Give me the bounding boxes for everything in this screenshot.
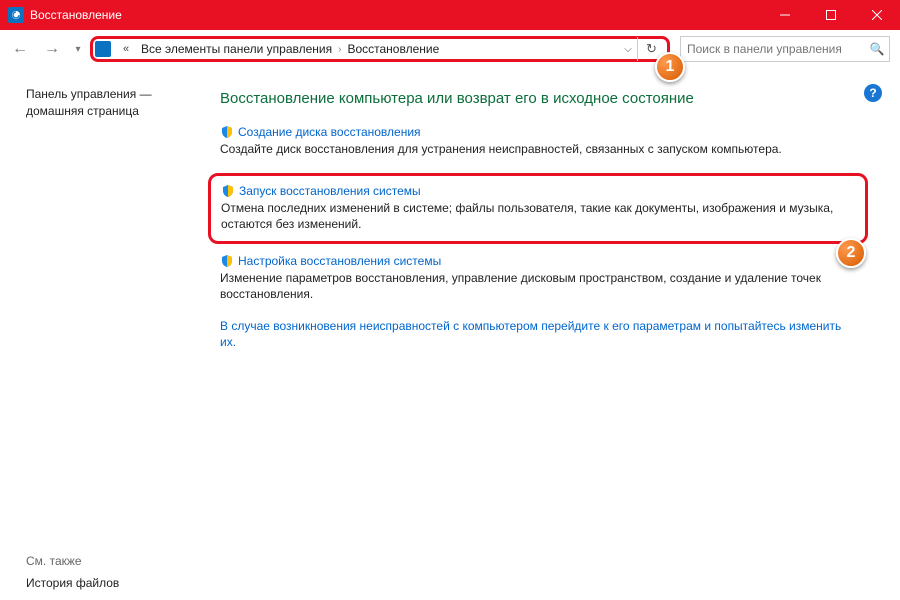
recovery-item: Запуск восстановления системы Отмена пос… (221, 184, 855, 232)
see-also-label: См. также (26, 554, 190, 568)
item-description: Изменение параметров восстановления, упр… (220, 270, 860, 302)
search-input[interactable] (681, 42, 865, 56)
annotation-highlight: Запуск восстановления системы Отмена пос… (208, 173, 868, 243)
control-panel-home-link[interactable]: Панель управления — домашняя страница (26, 86, 190, 120)
shield-icon (220, 125, 234, 139)
recovery-item: Настройка восстановления системы Изменен… (220, 254, 860, 302)
open-system-restore-link[interactable]: Запуск восстановления системы (239, 184, 421, 198)
content-pane: ? Восстановление компьютера или возврат … (200, 68, 900, 600)
breadcrumb-segment[interactable]: Восстановление (343, 42, 443, 56)
sidebar: Панель управления — домашняя страница См… (0, 68, 200, 600)
annotation-bubble-2: 2 (836, 238, 866, 268)
shield-icon (220, 254, 234, 268)
navbar: ← → ▾ « Все элементы панели управления ›… (0, 30, 900, 68)
address-dropdown[interactable]: ⌵ (619, 44, 637, 55)
breadcrumb-prefix: « (117, 40, 135, 58)
history-dropdown[interactable]: ▾ (70, 44, 86, 55)
chevron-right-icon[interactable]: › (336, 44, 343, 55)
item-description: Отмена последних изменений в системе; фа… (221, 200, 855, 232)
annotation-bubble-1: 1 (655, 52, 685, 82)
minimize-button[interactable] (762, 0, 808, 30)
maximize-button[interactable] (808, 0, 854, 30)
footnote-link[interactable]: В случае возникновения неисправностей с … (220, 318, 860, 350)
help-icon[interactable]: ? (864, 84, 882, 102)
recovery-item: Создание диска восстановления Создайте д… (220, 125, 860, 157)
breadcrumb-segment[interactable]: Все элементы панели управления (137, 42, 336, 56)
page-heading: Восстановление компьютера или возврат ег… (220, 90, 860, 107)
shield-icon (221, 184, 235, 198)
window-title: Восстановление (30, 8, 762, 22)
forward-button[interactable]: → (38, 36, 66, 62)
file-history-link[interactable]: История файлов (26, 576, 190, 590)
search-icon[interactable]: 🔍 (865, 42, 889, 56)
configure-system-restore-link[interactable]: Настройка восстановления системы (238, 254, 441, 268)
search-box[interactable]: 🔍 (680, 36, 890, 62)
item-description: Создайте диск восстановления для устране… (220, 141, 860, 157)
control-panel-icon (95, 41, 111, 57)
create-recovery-drive-link[interactable]: Создание диска восстановления (238, 125, 421, 139)
address-bar[interactable]: « Все элементы панели управления › Восст… (90, 36, 670, 62)
close-button[interactable] (854, 0, 900, 30)
app-icon (8, 7, 24, 23)
titlebar: Восстановление (0, 0, 900, 30)
back-button[interactable]: ← (6, 36, 34, 62)
